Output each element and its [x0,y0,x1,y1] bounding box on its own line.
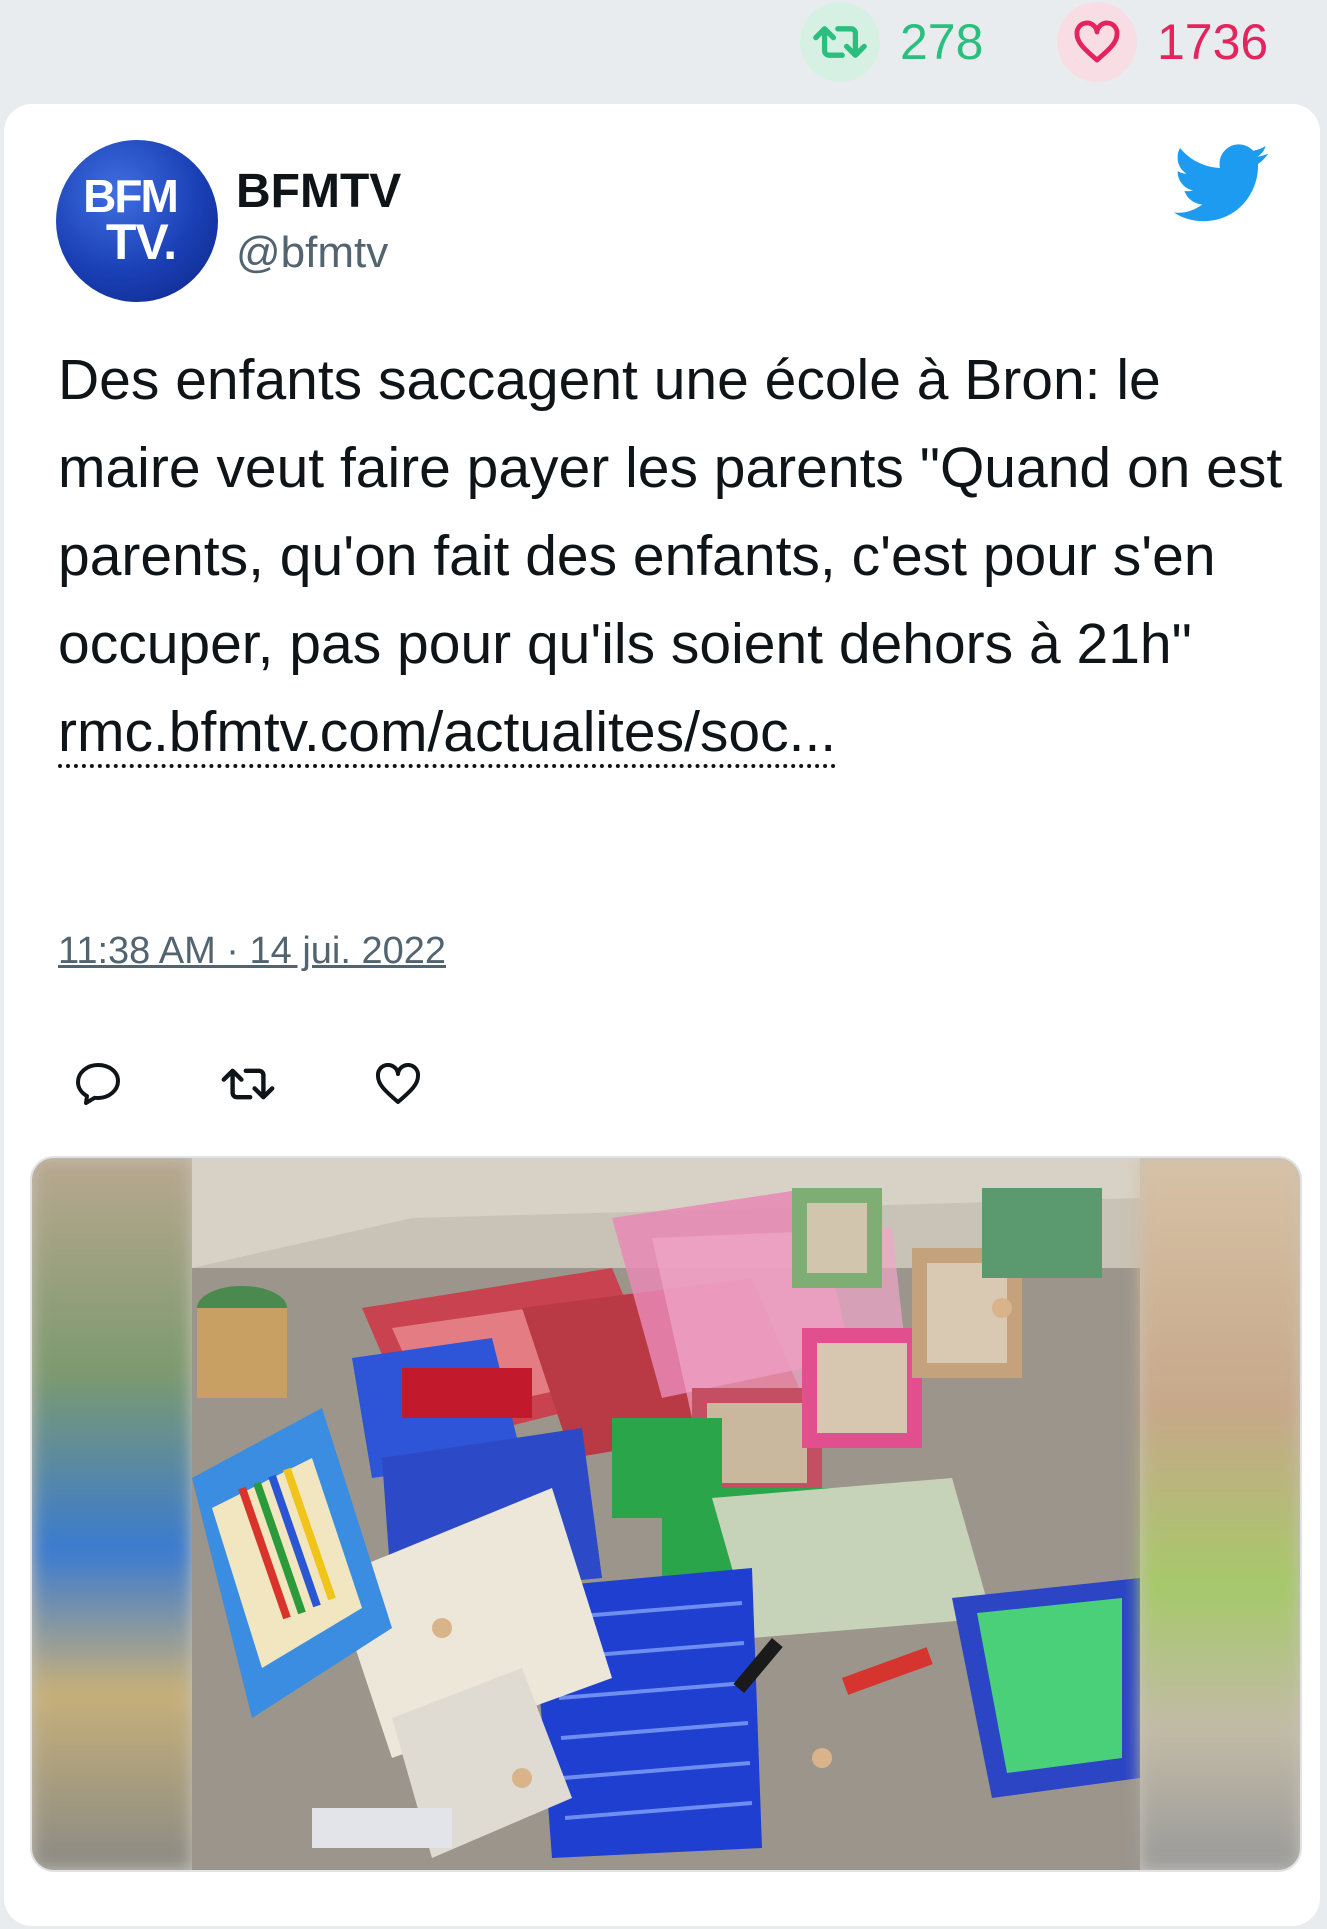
author-handle[interactable]: @bfmtv [236,228,388,278]
retweet-stat[interactable]: 278 [800,0,983,84]
heart-icon[interactable] [1057,2,1137,82]
photo-image[interactable] [192,1158,1140,1870]
avatar[interactable]: BFM TV. [56,140,218,302]
twitter-bird-icon[interactable] [1174,144,1270,224]
like-count: 1736 [1157,14,1269,70]
engagement-stats-bar: 278 1736 [0,0,1327,100]
tweet-timestamp[interactable]: 11:38 AM · 14 jui. 2022 [58,930,446,973]
tweet-card[interactable]: BFM TV. BFMTV @bfmtv Des enfants saccage… [4,104,1320,1926]
retweet-count: 278 [900,14,984,70]
media-blur-right [1140,1158,1300,1870]
tweet-body: Des enfants saccagent une école à Bron: … [58,348,1283,676]
reply-icon [76,1063,120,1105]
retweet-button[interactable] [208,1044,288,1124]
avatar-text-line2: TV. [105,214,177,271]
avatar-text-line1: BFM [83,170,179,223]
tweet-text: Des enfants saccagent une école à Bron: … [58,336,1288,776]
tweet-link[interactable]: rmc.bfmtv.com/actualites/soc... [58,700,837,768]
retweet-icon [221,1068,275,1100]
author-name[interactable]: BFMTV [236,164,401,219]
heart-icon [375,1063,421,1104]
like-button[interactable] [358,1044,438,1124]
like-stat[interactable]: 1736 [1057,0,1268,84]
media-blur-left [32,1158,192,1870]
tweet-media[interactable] [30,1156,1302,1872]
reply-button[interactable] [58,1044,138,1124]
retweet-icon[interactable] [800,2,880,82]
